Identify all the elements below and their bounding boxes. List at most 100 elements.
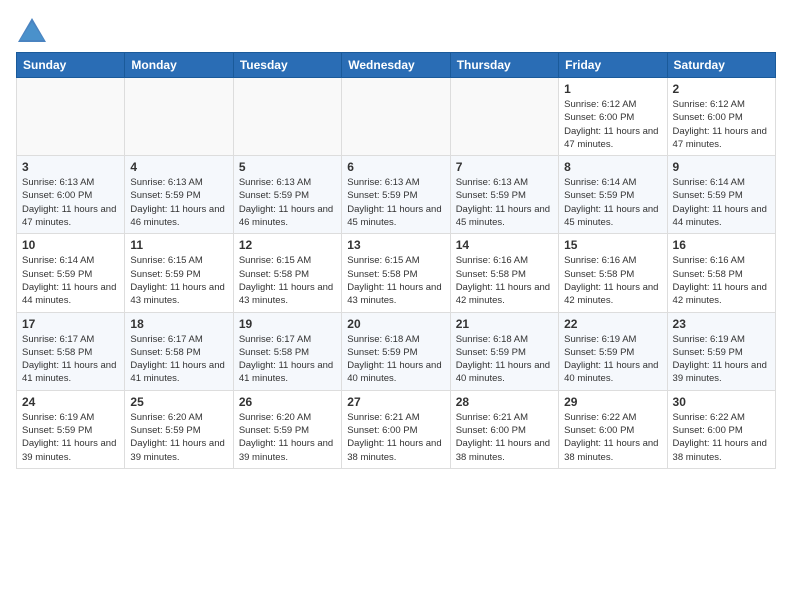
- calendar-cell: 21 Sunrise: 6:18 AM Sunset: 5:59 PM Dayli…: [450, 312, 558, 390]
- calendar-cell: 8 Sunrise: 6:14 AM Sunset: 5:59 PM Daylig…: [559, 156, 667, 234]
- day-info: Sunrise: 6:22 AM Sunset: 6:00 PM Dayligh…: [673, 411, 770, 464]
- day-number: 19: [239, 317, 336, 331]
- day-number: 2: [673, 82, 770, 96]
- day-number: 11: [130, 238, 227, 252]
- calendar-week-row: 1 Sunrise: 6:12 AM Sunset: 6:00 PM Daylig…: [17, 78, 776, 156]
- day-number: 28: [456, 395, 553, 409]
- day-info: Sunrise: 6:13 AM Sunset: 5:59 PM Dayligh…: [239, 176, 336, 229]
- calendar-week-row: 10Sunrise: 6:14 AM Sunset: 5:59 PM Dayli…: [17, 234, 776, 312]
- day-number: 24: [22, 395, 119, 409]
- day-number: 21: [456, 317, 553, 331]
- day-number: 13: [347, 238, 444, 252]
- calendar-cell: 25 Sunrise: 6:20 AM Sunset: 5:59 PM Dayli…: [125, 390, 233, 468]
- weekday-header-row: SundayMondayTuesdayWednesdayThursdayFrid…: [17, 53, 776, 78]
- day-info: Sunrise: 6:15 AM Sunset: 5:58 PM Dayligh…: [239, 254, 336, 307]
- calendar-cell: 27 Sunrise: 6:21 AM Sunset: 6:00 PM Dayli…: [342, 390, 450, 468]
- day-number: 3: [22, 160, 119, 174]
- day-number: 4: [130, 160, 227, 174]
- day-number: 8: [564, 160, 661, 174]
- day-number: 1: [564, 82, 661, 96]
- calendar-cell: 26 Sunrise: 6:20 AM Sunset: 5:59 PM Dayli…: [233, 390, 341, 468]
- calendar-cell: 9 Sunrise: 6:14 AM Sunset: 5:59 PM Daylig…: [667, 156, 775, 234]
- calendar-week-row: 17 Sunrise: 6:17 AM Sunset: 5:58 PM Dayli…: [17, 312, 776, 390]
- calendar-body: 1 Sunrise: 6:12 AM Sunset: 6:00 PM Daylig…: [17, 78, 776, 469]
- day-number: 23: [673, 317, 770, 331]
- calendar-week-row: 3 Sunrise: 6:13 AM Sunset: 6:00 PM Daylig…: [17, 156, 776, 234]
- day-number: 27: [347, 395, 444, 409]
- calendar-cell: [450, 78, 558, 156]
- day-info: Sunrise: 6:22 AM Sunset: 6:00 PM Dayligh…: [564, 411, 661, 464]
- day-info: Sunrise: 6:21 AM Sunset: 6:00 PM Dayligh…: [347, 411, 444, 464]
- calendar-cell: 7Sunrise: 6:13 AM Sunset: 5:59 PM Daylig…: [450, 156, 558, 234]
- calendar-cell: 10Sunrise: 6:14 AM Sunset: 5:59 PM Dayli…: [17, 234, 125, 312]
- day-info: Sunrise: 6:16 AM Sunset: 5:58 PM Dayligh…: [564, 254, 661, 307]
- day-number: 9: [673, 160, 770, 174]
- day-number: 16: [673, 238, 770, 252]
- day-info: Sunrise: 6:17 AM Sunset: 5:58 PM Dayligh…: [239, 333, 336, 386]
- day-number: 17: [22, 317, 119, 331]
- calendar-table: SundayMondayTuesdayWednesdayThursdayFrid…: [16, 52, 776, 469]
- day-number: 14: [456, 238, 553, 252]
- calendar-cell: 3 Sunrise: 6:13 AM Sunset: 6:00 PM Daylig…: [17, 156, 125, 234]
- day-number: 25: [130, 395, 227, 409]
- calendar-cell: 5 Sunrise: 6:13 AM Sunset: 5:59 PM Daylig…: [233, 156, 341, 234]
- calendar-cell: 13 Sunrise: 6:15 AM Sunset: 5:58 PM Dayli…: [342, 234, 450, 312]
- day-info: Sunrise: 6:20 AM Sunset: 5:59 PM Dayligh…: [239, 411, 336, 464]
- weekday-header-friday: Friday: [559, 53, 667, 78]
- day-number: 15: [564, 238, 661, 252]
- weekday-header-sunday: Sunday: [17, 53, 125, 78]
- calendar-cell: 17 Sunrise: 6:17 AM Sunset: 5:58 PM Dayli…: [17, 312, 125, 390]
- day-number: 12: [239, 238, 336, 252]
- calendar-cell: [233, 78, 341, 156]
- day-number: 6: [347, 160, 444, 174]
- calendar-cell: 18 Sunrise: 6:17 AM Sunset: 5:58 PM Dayli…: [125, 312, 233, 390]
- day-info: Sunrise: 6:15 AM Sunset: 5:59 PM Dayligh…: [130, 254, 227, 307]
- calendar-cell: [125, 78, 233, 156]
- calendar-cell: 16 Sunrise: 6:16 AM Sunset: 5:58 PM Dayli…: [667, 234, 775, 312]
- day-info: Sunrise: 6:20 AM Sunset: 5:59 PM Dayligh…: [130, 411, 227, 464]
- day-info: Sunrise: 6:17 AM Sunset: 5:58 PM Dayligh…: [130, 333, 227, 386]
- day-info: Sunrise: 6:12 AM Sunset: 6:00 PM Dayligh…: [564, 98, 661, 151]
- calendar-cell: 14Sunrise: 6:16 AM Sunset: 5:58 PM Dayli…: [450, 234, 558, 312]
- day-number: 29: [564, 395, 661, 409]
- calendar-cell: [17, 78, 125, 156]
- day-info: Sunrise: 6:14 AM Sunset: 5:59 PM Dayligh…: [22, 254, 119, 307]
- day-number: 26: [239, 395, 336, 409]
- day-number: 18: [130, 317, 227, 331]
- day-info: Sunrise: 6:12 AM Sunset: 6:00 PM Dayligh…: [673, 98, 770, 151]
- day-info: Sunrise: 6:14 AM Sunset: 5:59 PM Dayligh…: [564, 176, 661, 229]
- calendar-cell: 1 Sunrise: 6:12 AM Sunset: 6:00 PM Daylig…: [559, 78, 667, 156]
- calendar-cell: [342, 78, 450, 156]
- day-info: Sunrise: 6:13 AM Sunset: 6:00 PM Dayligh…: [22, 176, 119, 229]
- calendar-cell: 23 Sunrise: 6:19 AM Sunset: 5:59 PM Dayli…: [667, 312, 775, 390]
- calendar-cell: 11 Sunrise: 6:15 AM Sunset: 5:59 PM Dayli…: [125, 234, 233, 312]
- logo-icon: [16, 16, 48, 44]
- day-info: Sunrise: 6:13 AM Sunset: 5:59 PM Dayligh…: [130, 176, 227, 229]
- weekday-header-tuesday: Tuesday: [233, 53, 341, 78]
- day-number: 5: [239, 160, 336, 174]
- day-info: Sunrise: 6:19 AM Sunset: 5:59 PM Dayligh…: [564, 333, 661, 386]
- calendar-cell: 19 Sunrise: 6:17 AM Sunset: 5:58 PM Dayli…: [233, 312, 341, 390]
- calendar-cell: 28 Sunrise: 6:21 AM Sunset: 6:00 PM Dayli…: [450, 390, 558, 468]
- weekday-header-thursday: Thursday: [450, 53, 558, 78]
- day-info: Sunrise: 6:19 AM Sunset: 5:59 PM Dayligh…: [22, 411, 119, 464]
- day-info: Sunrise: 6:15 AM Sunset: 5:58 PM Dayligh…: [347, 254, 444, 307]
- day-info: Sunrise: 6:18 AM Sunset: 5:59 PM Dayligh…: [456, 333, 553, 386]
- day-info: Sunrise: 6:17 AM Sunset: 5:58 PM Dayligh…: [22, 333, 119, 386]
- calendar-cell: 22Sunrise: 6:19 AM Sunset: 5:59 PM Dayli…: [559, 312, 667, 390]
- calendar-cell: 20Sunrise: 6:18 AM Sunset: 5:59 PM Dayli…: [342, 312, 450, 390]
- weekday-header-wednesday: Wednesday: [342, 53, 450, 78]
- day-info: Sunrise: 6:21 AM Sunset: 6:00 PM Dayligh…: [456, 411, 553, 464]
- day-info: Sunrise: 6:19 AM Sunset: 5:59 PM Dayligh…: [673, 333, 770, 386]
- day-info: Sunrise: 6:13 AM Sunset: 5:59 PM Dayligh…: [347, 176, 444, 229]
- calendar-cell: 30Sunrise: 6:22 AM Sunset: 6:00 PM Dayli…: [667, 390, 775, 468]
- weekday-header-monday: Monday: [125, 53, 233, 78]
- calendar-cell: 6 Sunrise: 6:13 AM Sunset: 5:59 PM Daylig…: [342, 156, 450, 234]
- calendar-cell: 15 Sunrise: 6:16 AM Sunset: 5:58 PM Dayli…: [559, 234, 667, 312]
- logo: [16, 16, 52, 44]
- day-info: Sunrise: 6:14 AM Sunset: 5:59 PM Dayligh…: [673, 176, 770, 229]
- day-info: Sunrise: 6:13 AM Sunset: 5:59 PM Dayligh…: [456, 176, 553, 229]
- day-number: 20: [347, 317, 444, 331]
- day-info: Sunrise: 6:16 AM Sunset: 5:58 PM Dayligh…: [673, 254, 770, 307]
- calendar-cell: 29 Sunrise: 6:22 AM Sunset: 6:00 PM Dayli…: [559, 390, 667, 468]
